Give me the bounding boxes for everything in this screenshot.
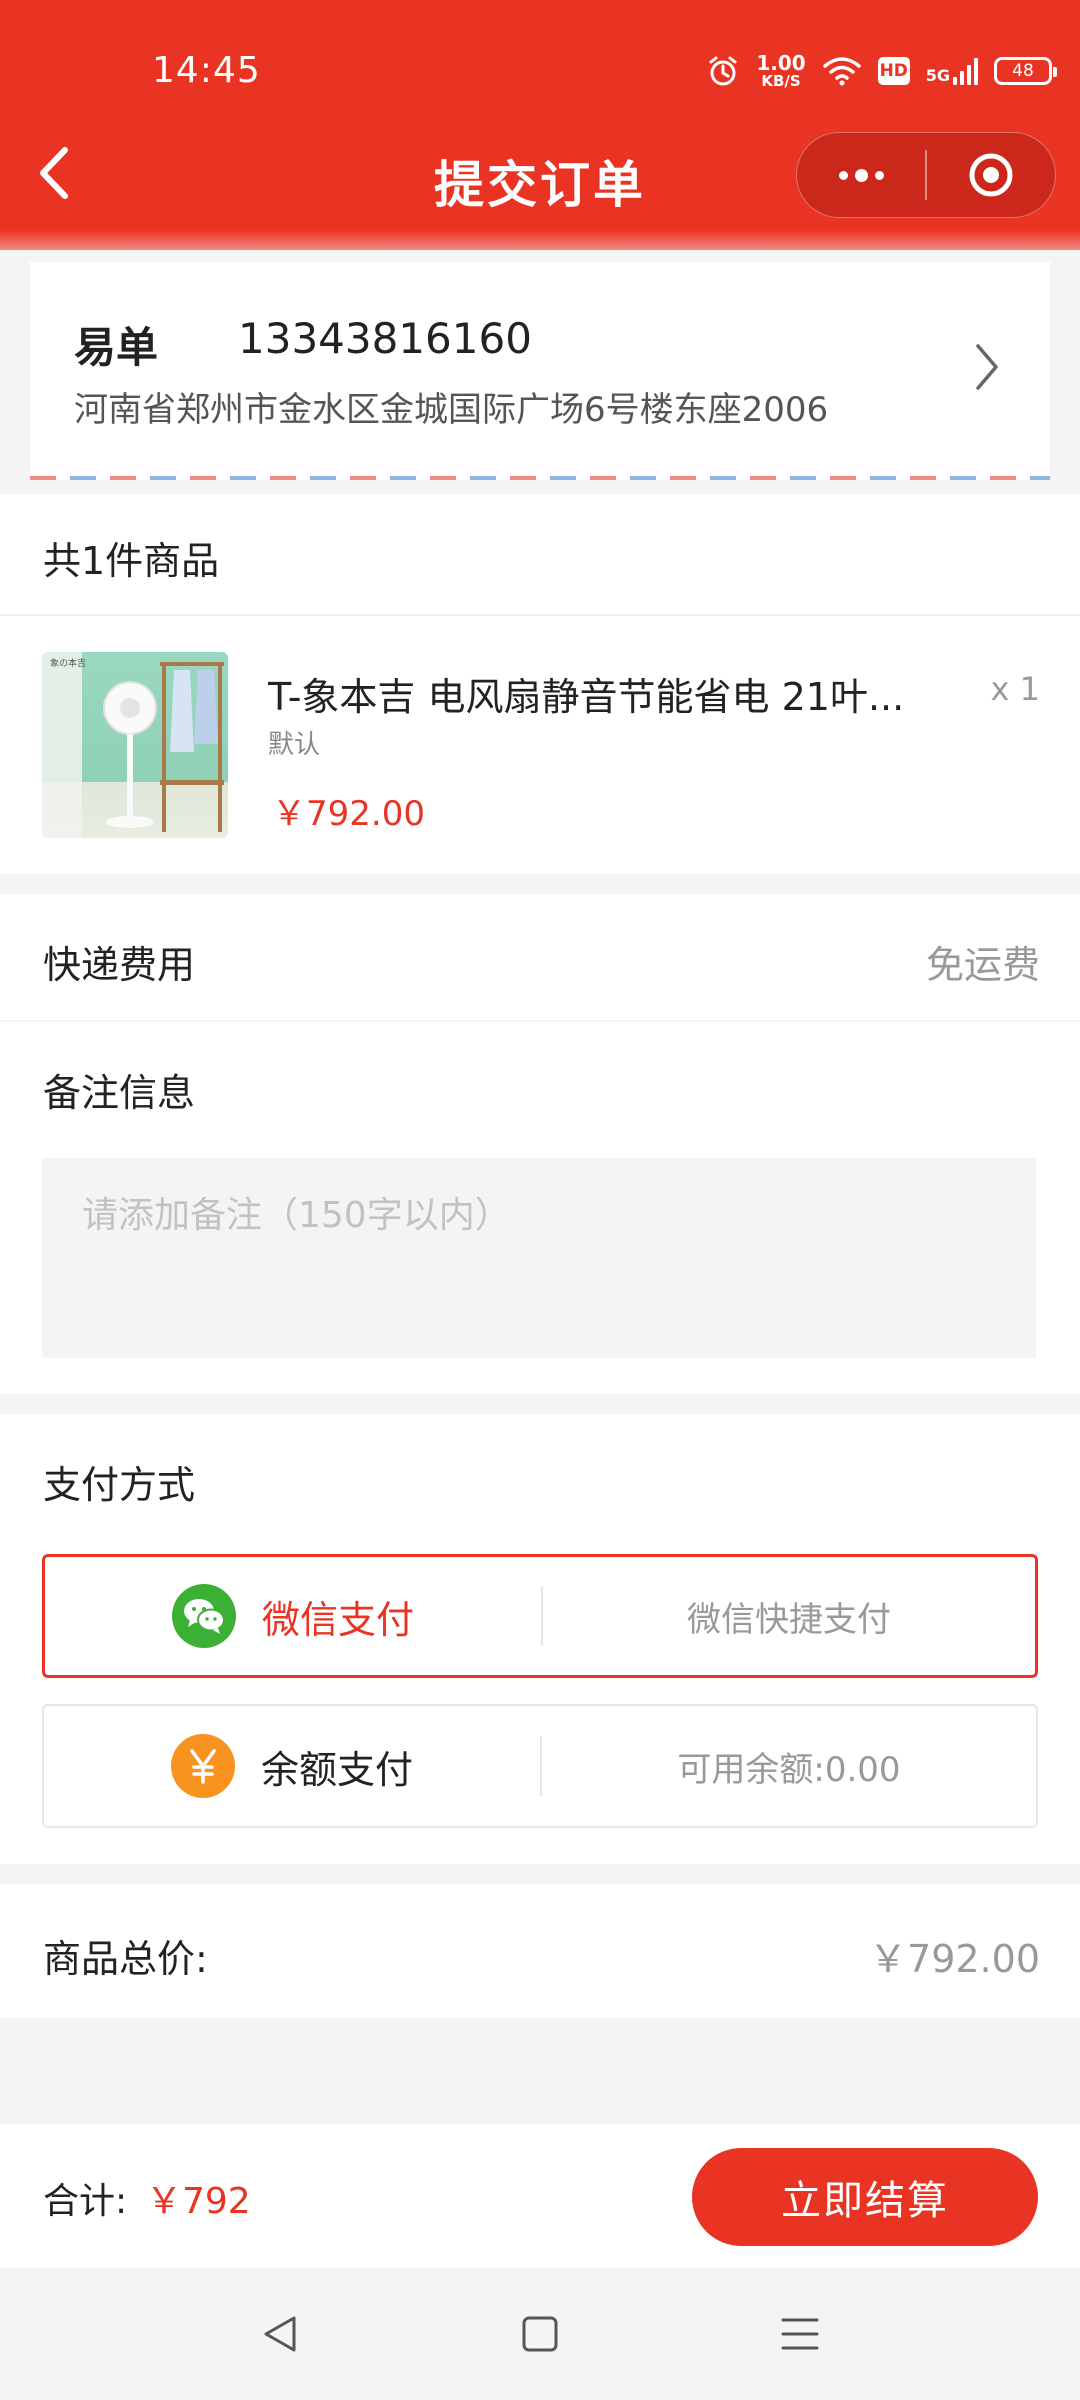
recipient-name: 易单 <box>74 323 159 372</box>
goods-divider <box>0 614 1080 616</box>
menu-lines-icon <box>781 2318 819 2350</box>
wechat-pay-left: 微信支付 <box>45 1557 541 1675</box>
battery-icon: 48 <box>994 57 1057 85</box>
shipping-row: 快递费用 免运费 <box>0 894 1080 1020</box>
more-dots-icon <box>838 168 884 182</box>
shipping-label: 快递费用 <box>43 943 196 987</box>
status-time: 14:45 <box>152 50 261 91</box>
product-image[interactable]: 象の本吉 <box>42 652 228 838</box>
remark-label: 备注信息 <box>43 1071 196 1115</box>
battery-level: 48 <box>1012 61 1034 81</box>
recipient-phone: 13343816160 <box>238 314 532 363</box>
triangle-back-icon <box>264 2316 296 2352</box>
close-miniprogram-button[interactable] <box>927 133 1055 217</box>
wechat-bubbles-icon <box>183 1599 225 1634</box>
balance-pay-desc: 可用余额:0.00 <box>677 1749 901 1790</box>
product-name: T-象本吉 电风扇静音节能省电 21叶... <box>268 675 905 719</box>
chevron-right-icon <box>976 344 998 390</box>
subtotal-label: 商品总价: <box>43 1937 208 1981</box>
payment-label: 支付方式 <box>43 1463 196 1507</box>
target-close-icon <box>969 153 1013 197</box>
hd-badge: HD <box>877 57 910 85</box>
wechat-pay-desc: 微信快捷支付 <box>687 1599 891 1640</box>
shipping-value: 免运费 <box>925 943 1040 987</box>
checkout-button[interactable]: 立即结算 <box>692 2148 1038 2246</box>
system-nav-bar <box>0 2268 1080 2400</box>
cellular-signal: 5G <box>926 57 978 85</box>
product-spec: 默认 <box>268 730 321 760</box>
nav-home-button[interactable] <box>500 2294 580 2374</box>
balance-pay-left: 余额支付 <box>44 1706 540 1826</box>
wechat-pay-label: 微信支付 <box>261 1597 414 1642</box>
status-bar: 14:45 1.00 KB/S HD 5G 48 <box>0 0 1080 140</box>
airmail-border <box>30 476 1050 480</box>
network-speed: 1.00 KB/S <box>756 53 805 89</box>
wifi-icon <box>822 57 861 86</box>
miniprogram-capsule <box>796 132 1056 218</box>
brand-mark-text: 象の本吉 <box>50 657 86 669</box>
wechat-pay-option[interactable]: 微信支付 微信快捷支付 <box>42 1554 1038 1678</box>
product-price: ￥792.00 <box>272 794 425 834</box>
address-card[interactable]: 易单 13343816160 河南省郑州市金水区金城国际广场6号楼东座2006 <box>30 262 1050 480</box>
signal-bars-icon <box>953 57 978 85</box>
checkout-bar: 合计: ￥792 立即结算 <box>0 2124 1080 2268</box>
yen-icon <box>170 1734 235 1798</box>
total-value: ￥792 <box>146 2181 251 2222</box>
alarm-icon <box>709 56 737 86</box>
address-detail: 河南省郑州市金水区金城国际广场6号楼东座2006 <box>74 390 829 430</box>
yen-symbol-icon <box>190 1749 216 1784</box>
header: 14:45 1.00 KB/S HD 5G 48 提交订单 <box>0 0 1080 250</box>
remark-input[interactable] <box>42 1158 1036 1358</box>
status-icons: 1.00 KB/S HD 5G 48 <box>706 46 1057 96</box>
wechat-icon <box>171 1584 236 1648</box>
total-label: 合计: <box>43 2181 128 2222</box>
balance-pay-option[interactable]: 余额支付 可用余额:0.00 <box>42 1704 1038 1828</box>
goods-count: 共1件商品 <box>43 539 220 583</box>
nav-menu-button[interactable] <box>760 2294 840 2374</box>
subtotal-row: 商品总价: ￥792.00 <box>0 1884 1080 2018</box>
more-button[interactable] <box>797 133 925 217</box>
product-quantity: x 1 <box>990 670 1040 708</box>
square-home-icon <box>522 2316 558 2352</box>
nav-back-button[interactable] <box>240 2294 320 2374</box>
network-type: 5G <box>925 66 950 85</box>
fan-product-icon: 象の本吉 <box>42 652 224 838</box>
speed-unit: KB/S <box>761 72 801 90</box>
balance-pay-label: 余额支付 <box>260 1747 413 1792</box>
subtotal-value: ￥792.00 <box>869 1937 1040 1981</box>
